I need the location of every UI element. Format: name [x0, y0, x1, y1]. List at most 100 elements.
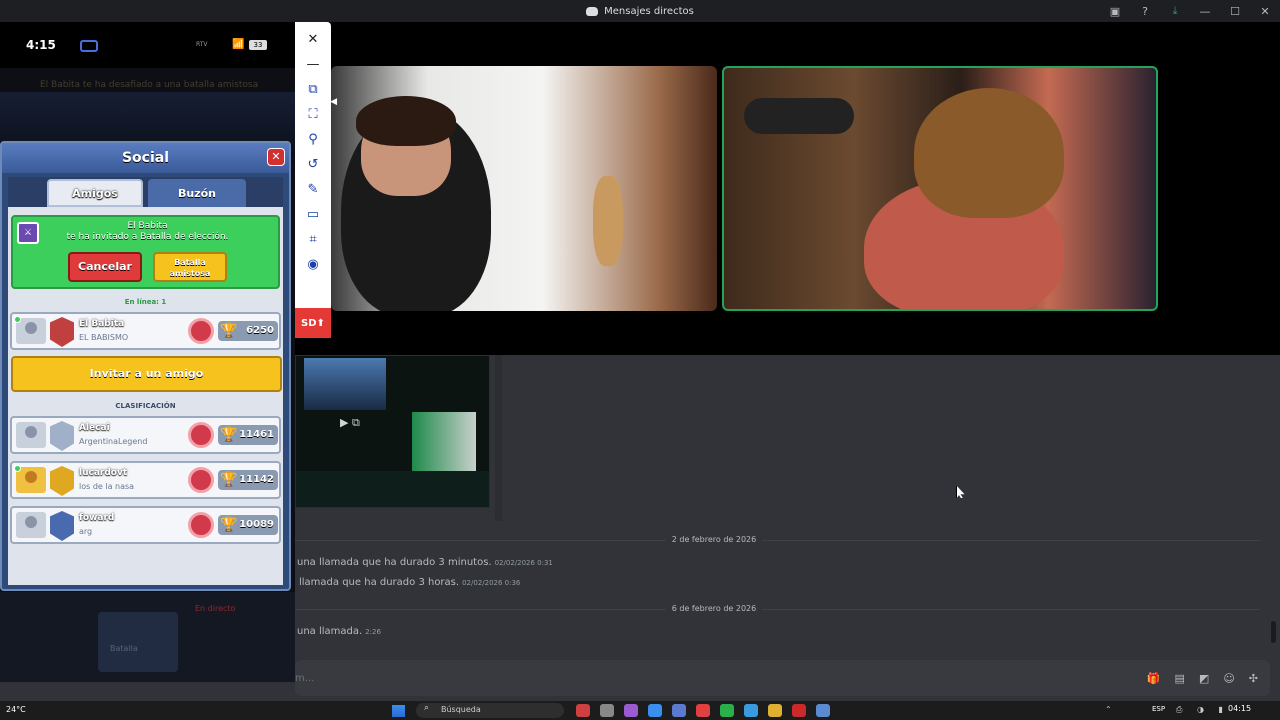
tray-caret-icon[interactable]: ⌃	[1105, 705, 1112, 714]
collapse-arrow-icon[interactable]: ◀	[330, 97, 337, 107]
desktop-screen: Mensajes directos ▣ ? ⤓ — ☐ ✕ ▶ ⧉ 2 de f…	[0, 0, 1280, 720]
battle-tab-icon[interactable]	[98, 612, 178, 672]
player-name: foward	[79, 513, 115, 523]
trophy-count: 🏆 6250	[218, 321, 278, 341]
pen-icon[interactable]: ✎	[304, 180, 322, 198]
rectangle-icon[interactable]: ▭	[304, 205, 322, 223]
language-indicator[interactable]: ESP	[1152, 705, 1165, 713]
avatar	[16, 512, 46, 538]
person-hair	[356, 96, 456, 146]
tray-icons[interactable]: ⎙ ◑ ▮	[1176, 705, 1229, 715]
sticker-icon[interactable]: ◩	[1199, 672, 1209, 685]
tab-buzon[interactable]: Buzón	[148, 179, 246, 207]
close-button[interactable]: ✕	[1250, 0, 1280, 22]
tab-amigos[interactable]: Amigos	[47, 179, 143, 207]
gif-icon[interactable]: ▤	[1175, 672, 1185, 685]
taskbar-app-icon[interactable]	[600, 704, 614, 717]
undo-icon[interactable]: ↺	[304, 155, 322, 173]
game-notice: El Babita te ha desafiado a una batalla …	[40, 80, 259, 90]
friendly-battle-button[interactable]: Batalla amistosa	[153, 252, 227, 282]
help-icon[interactable]: ?	[1130, 0, 1160, 22]
avatar	[16, 318, 46, 344]
microphone	[744, 98, 854, 134]
apps-icon[interactable]: ✣	[1249, 672, 1258, 685]
crop-icon[interactable]: ⌗	[304, 230, 322, 248]
video-tile-user-2-speaking[interactable]	[722, 66, 1158, 311]
discord-logo-icon	[586, 6, 599, 16]
clan-badge-icon	[50, 421, 74, 451]
player-clan: ArgentinaLegend	[79, 437, 148, 446]
maximize-button[interactable]: ☐	[1220, 0, 1250, 22]
tab-label: Amigos	[72, 186, 118, 200]
titlebar-controls: ▣ ? ⤓ — ☐ ✕	[1100, 0, 1280, 22]
windows-taskbar: 24°C ⌕ Búsqueda ⌃ ESP ⎙ ◑ ▮ 04:15	[0, 701, 1280, 720]
phone-status-bar: 4:15 RTV 📶 33	[0, 22, 295, 68]
minimize-button[interactable]: —	[1190, 0, 1220, 22]
taskbar-app-icon[interactable]	[624, 704, 638, 717]
video-tile-user-1[interactable]	[331, 66, 717, 311]
taskbar-app-icon[interactable]	[648, 704, 662, 717]
clan-badge-icon	[50, 466, 74, 496]
taskbar-app-icon[interactable]	[720, 704, 734, 717]
social-header: Social ✕	[2, 143, 289, 173]
battle-label: Batalla	[110, 644, 138, 653]
trophy-icon: 🏆	[220, 323, 238, 339]
region-icon[interactable]: ⧉	[304, 80, 322, 98]
clan-badge-icon	[50, 317, 74, 347]
message-timestamp: 2:26	[365, 628, 381, 636]
taskbar-app-icon[interactable]	[696, 704, 710, 717]
date-divider	[295, 609, 1260, 610]
tab-label: Buzón	[177, 186, 216, 200]
taskbar-app-icon[interactable]	[744, 704, 758, 717]
message-text: una llamada.	[297, 626, 363, 637]
clan-badge-icon	[50, 511, 74, 541]
call-message: una llamada. 2:26	[297, 626, 381, 637]
cancel-button[interactable]: Cancelar	[68, 252, 142, 282]
message-input[interactable]: m... 🎁 ▤ ◩ ☺ ✣	[295, 660, 1270, 696]
phone-time: 4:15	[26, 38, 56, 52]
sd-upload-button[interactable]: SD⬆	[295, 308, 331, 338]
ranking-row[interactable]: Alecai ArgentinaLegend 🏆 11461	[10, 416, 281, 454]
screen-share-icon[interactable]: ▣	[1100, 0, 1130, 22]
trophy-icon: 🏆	[220, 517, 238, 533]
fullscreen-icon[interactable]: ⛶	[304, 105, 322, 123]
taskbar-apps	[576, 704, 830, 717]
taskbar-app-icon[interactable]	[672, 704, 686, 717]
screen-mirror-icon	[80, 40, 98, 52]
ranking-row[interactable]: lucardovt los de la nasa 🏆 11142	[10, 461, 281, 499]
taskbar-search[interactable]: ⌕ Búsqueda	[416, 703, 564, 718]
play-icon[interactable]: ▶ ⧉	[340, 416, 360, 430]
friend-row[interactable]: El Babita EL BABISMO 🏆 6250	[10, 312, 281, 350]
start-icon[interactable]	[392, 705, 405, 717]
taskbar-clock[interactable]: 04:15	[1228, 704, 1251, 713]
social-close-button[interactable]: ✕	[267, 148, 285, 166]
record-icon[interactable]: ◉	[304, 255, 322, 273]
invite-description: te ha invitado a Batalla de elección.	[66, 232, 229, 242]
download-icon[interactable]: ⤓	[1160, 0, 1190, 22]
invite-friend-button[interactable]: Invitar a un amigo	[11, 356, 282, 392]
ranking-row[interactable]: foward arg 🏆 10089	[10, 506, 281, 544]
taskbar-app-icon[interactable]	[768, 704, 782, 717]
date-divider-label: 2 de febrero de 2026	[665, 535, 763, 544]
guitar	[593, 176, 623, 266]
trophy-value: 11461	[239, 429, 274, 440]
chat-messages: ▶ ⧉ 2 de febrero de 2026 una llamada que…	[295, 355, 1280, 701]
date-divider	[295, 540, 1260, 541]
window-title: Mensajes directos	[604, 5, 694, 17]
video-embed[interactable]: ▶ ⧉	[295, 355, 490, 508]
taskbar-app-icon[interactable]	[816, 704, 830, 717]
gift-icon[interactable]: 🎁	[1147, 672, 1161, 685]
message-text: llamada que ha durado 3 horas.	[299, 577, 460, 588]
pin-icon[interactable]: ⚲	[304, 130, 322, 148]
taskbar-app-icon[interactable]	[792, 704, 806, 717]
avatar	[16, 467, 46, 493]
minimize-icon[interactable]: —	[304, 55, 322, 73]
online-indicator	[14, 465, 21, 472]
weather-temp[interactable]: 24°C	[6, 705, 26, 714]
close-icon[interactable]: ✕	[304, 30, 322, 48]
input-actions: 🎁 ▤ ◩ ☺ ✣	[1147, 672, 1258, 685]
emoji-icon[interactable]: ☺	[1223, 672, 1234, 685]
embed-frame	[495, 355, 502, 521]
taskbar-app-icon[interactable]	[576, 704, 590, 717]
chat-scrollbar[interactable]	[1271, 621, 1276, 643]
